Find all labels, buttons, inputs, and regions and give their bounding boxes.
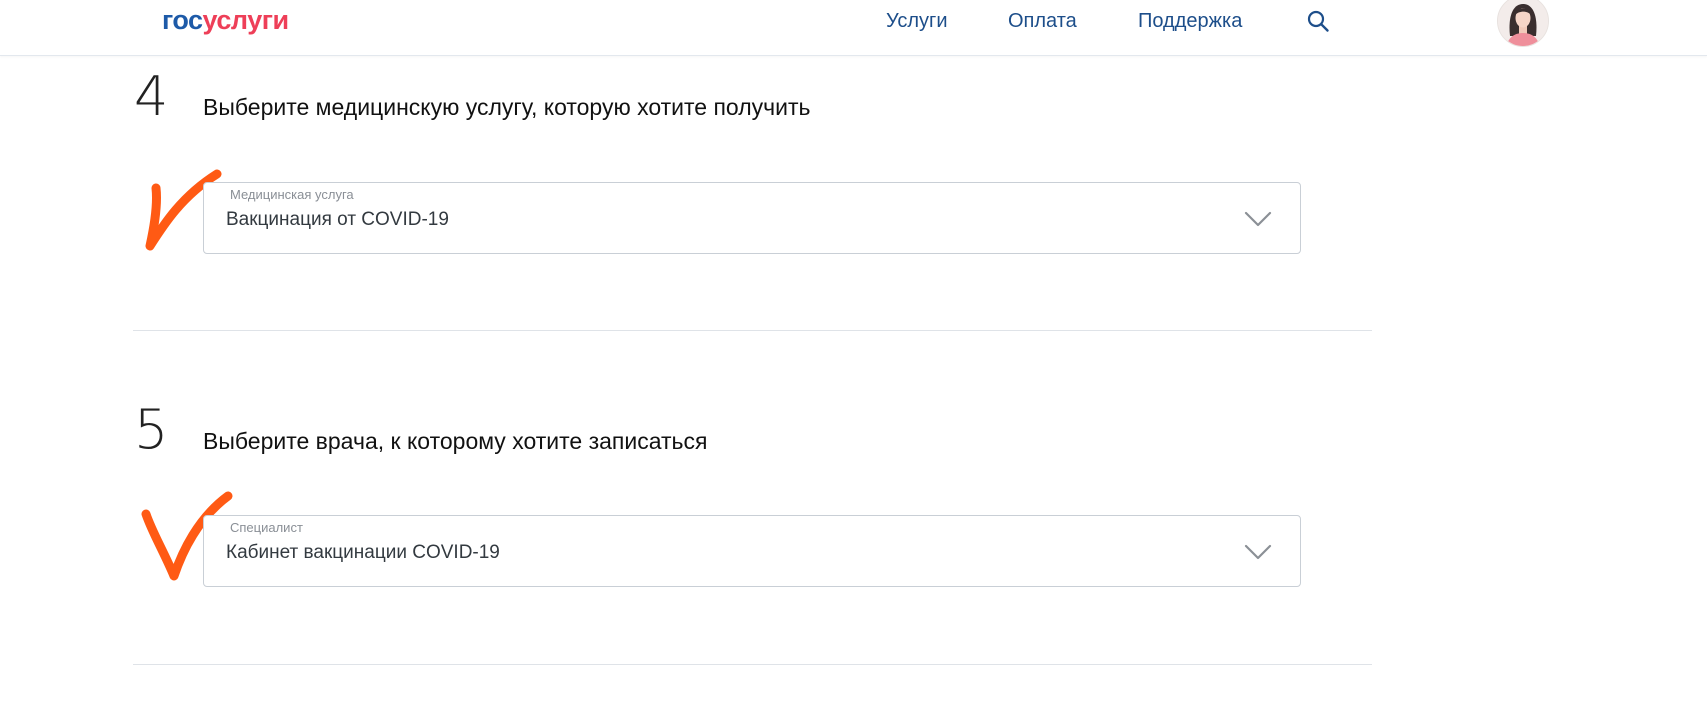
chevron-down-icon[interactable] [1243, 542, 1273, 562]
section-divider [133, 664, 1372, 665]
avatar-illustration-icon [1498, 0, 1548, 46]
logo-part-uslugi: услуги [202, 5, 290, 35]
gosuslugi-logo[interactable]: госуслуги [162, 2, 289, 38]
select-label: Специалист [230, 520, 303, 535]
step-title-5: Выберите врача, к которому хотите записа… [203, 428, 708, 454]
step-title-4: Выберите медицинскую услугу, которую хот… [203, 94, 811, 120]
medical-service-select[interactable]: Медицинская услуга Вакцинация от COVID-1… [203, 182, 1301, 254]
page: госуслуги Услуги Оплата Поддержка 4 Выбе… [0, 0, 1707, 715]
select-value: Вакцинация от COVID-19 [226, 209, 449, 230]
select-value: Кабинет вакцинации COVID-19 [226, 542, 500, 563]
chevron-down-icon[interactable] [1243, 209, 1273, 229]
nav-link-support[interactable]: Поддержка [1138, 8, 1242, 34]
section-divider [133, 330, 1372, 331]
nav-link-payment[interactable]: Оплата [1008, 8, 1077, 34]
select-label: Медицинская услуга [230, 187, 354, 202]
step-number-5: 5 [134, 398, 169, 461]
step-number-4: 4 [134, 65, 169, 128]
specialist-select[interactable]: Специалист Кабинет вакцинации COVID-19 [203, 515, 1301, 587]
user-avatar[interactable] [1497, 0, 1549, 47]
nav-link-services[interactable]: Услуги [886, 8, 948, 34]
top-header: госуслуги Услуги Оплата Поддержка [0, 0, 1707, 56]
search-icon[interactable] [1306, 9, 1330, 33]
logo-part-gos: гос [162, 5, 203, 35]
